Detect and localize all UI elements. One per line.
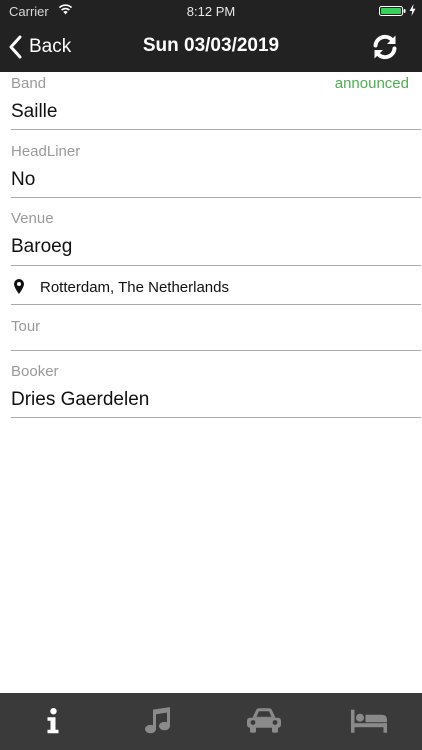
- status-bar: Carrier 8:12 PM: [0, 0, 422, 22]
- venue-label: Venue: [11, 210, 54, 227]
- divider: [11, 197, 421, 198]
- map-pin-icon: [14, 279, 24, 294]
- booker-field[interactable]: Booker Dries Gaerdelen: [11, 351, 421, 418]
- booker-label: Booker: [11, 363, 59, 380]
- back-chevron-icon: [9, 35, 22, 59]
- booker-value: Dries Gaerdelen: [11, 389, 150, 410]
- back-label: Back: [29, 36, 72, 57]
- band-value: Saille: [11, 101, 58, 122]
- headliner-value: No: [11, 169, 36, 190]
- top-bar: Carrier 8:12 PM Back Sun 03/03/2019: [0, 0, 422, 72]
- tour-label: Tour: [11, 318, 41, 335]
- headliner-label: HeadLiner: [11, 143, 81, 160]
- tab-music[interactable]: [106, 693, 212, 750]
- charging-bolt-icon: [409, 4, 416, 16]
- venue-location-row[interactable]: Rotterdam, The Netherlands: [11, 266, 421, 305]
- music-note-icon: [145, 706, 171, 733]
- band-label: Band: [11, 75, 47, 92]
- venue-location: Rotterdam, The Netherlands: [40, 279, 229, 296]
- tab-transport[interactable]: [211, 693, 317, 750]
- status-time: 8:12 PM: [186, 4, 236, 19]
- divider: [11, 417, 421, 418]
- tab-accommodation[interactable]: [317, 693, 422, 750]
- car-icon: [246, 707, 281, 733]
- tab-info[interactable]: [0, 693, 106, 750]
- tour-field[interactable]: Tour: [11, 305, 421, 351]
- back-button[interactable]: Back: [8, 33, 71, 61]
- battery-icon: [379, 6, 406, 16]
- band-field[interactable]: Band Saille: [11, 72, 421, 130]
- refresh-button[interactable]: [370, 32, 400, 62]
- tab-bar: [0, 693, 422, 750]
- bed-icon: [351, 709, 388, 733]
- venue-field[interactable]: Venue Baroeg: [11, 199, 421, 266]
- info-icon: [47, 707, 59, 733]
- navigation-bar: Back Sun 03/03/2019: [0, 22, 422, 72]
- refresh-icon: [373, 34, 397, 60]
- venue-value: Baroeg: [11, 236, 73, 257]
- headliner-field[interactable]: HeadLiner No: [11, 130, 421, 199]
